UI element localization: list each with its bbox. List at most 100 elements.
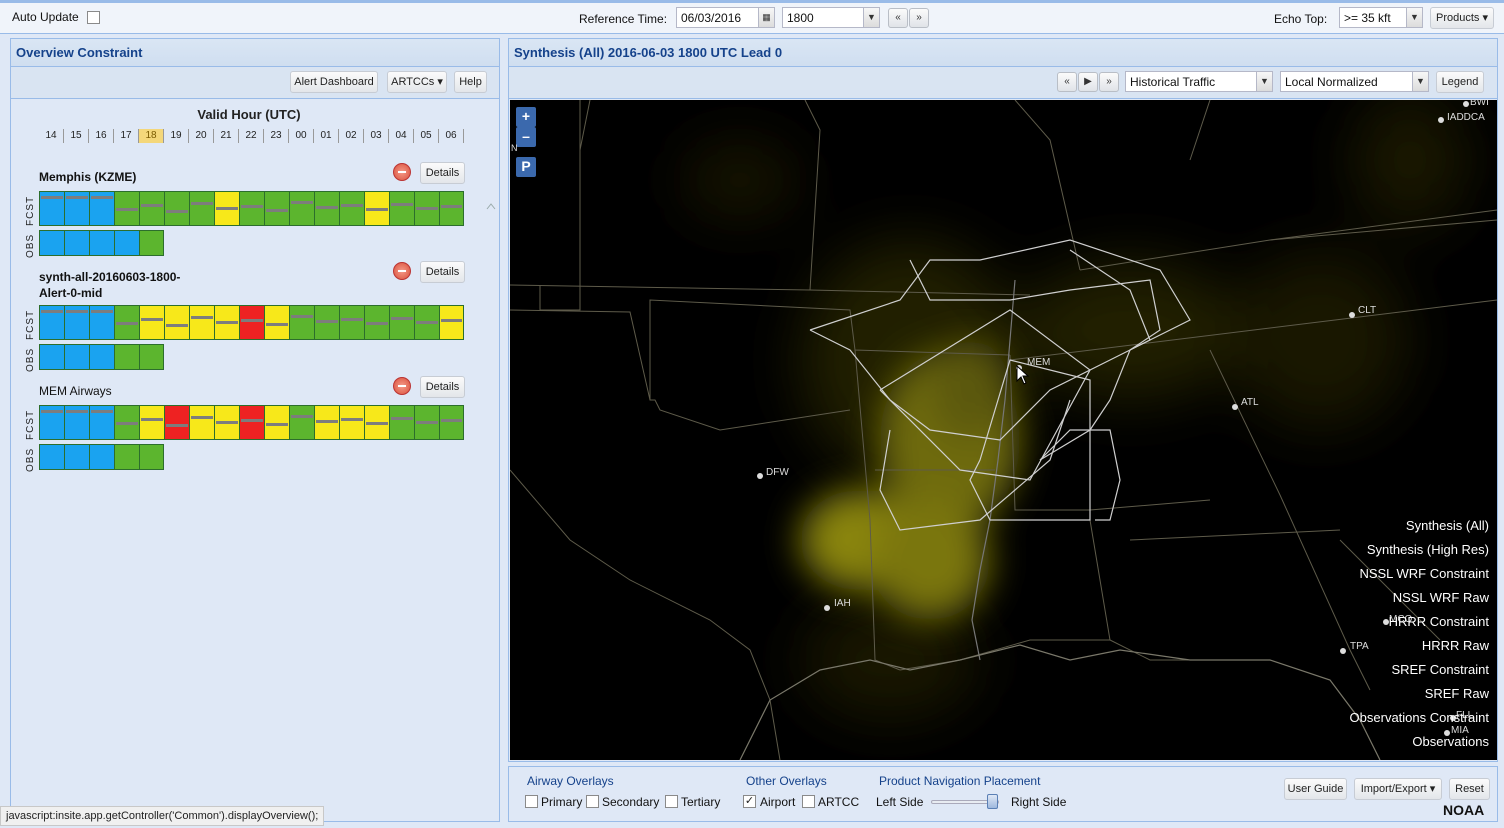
observed-cell[interactable] xyxy=(139,444,164,470)
observed-cell[interactable] xyxy=(89,344,114,370)
zoom-in-button[interactable]: + xyxy=(516,107,536,127)
zoom-out-button[interactable]: – xyxy=(516,127,536,147)
observed-cell[interactable] xyxy=(139,344,164,370)
forecast-cell[interactable] xyxy=(239,405,264,440)
forecast-cell[interactable] xyxy=(339,305,364,340)
details-button[interactable]: Details xyxy=(420,376,465,398)
hour-cell[interactable]: 06 xyxy=(439,129,464,143)
forecast-cell[interactable] xyxy=(314,305,339,340)
forecast-cell[interactable] xyxy=(389,191,414,226)
details-button[interactable]: Details xyxy=(420,261,465,283)
tertiary-checkbox[interactable] xyxy=(665,795,678,808)
forecast-cell[interactable] xyxy=(264,405,289,440)
hour-cell[interactable]: 19 xyxy=(164,129,189,143)
forecast-cell[interactable] xyxy=(139,305,164,340)
forecast-cell[interactable] xyxy=(64,405,89,440)
product-item[interactable]: Synthesis (All) xyxy=(1350,514,1489,538)
hour-cell[interactable]: 01 xyxy=(314,129,339,143)
airport-marker[interactable] xyxy=(757,473,763,479)
forecast-cell[interactable] xyxy=(164,405,189,440)
normalize-chevron-icon[interactable]: ▼ xyxy=(1412,71,1429,92)
product-item[interactable]: SREF Raw xyxy=(1350,682,1489,706)
hour-cell[interactable]: 03 xyxy=(364,129,389,143)
forecast-cell[interactable] xyxy=(439,305,464,340)
airport-marker[interactable] xyxy=(1438,117,1444,123)
forecast-cell[interactable] xyxy=(114,191,139,226)
user-guide-button[interactable]: User Guide xyxy=(1284,778,1347,800)
forecast-cell[interactable] xyxy=(139,191,164,226)
previous-time-button[interactable]: « xyxy=(888,8,908,28)
import-export-menu-button[interactable]: Import/Export ▾ xyxy=(1354,778,1442,800)
forecast-cell[interactable] xyxy=(414,405,439,440)
forecast-cell[interactable] xyxy=(289,405,314,440)
forecast-cell[interactable] xyxy=(439,191,464,226)
last-lead-button[interactable]: » xyxy=(1099,72,1119,92)
hour-cell[interactable]: 18 xyxy=(139,129,164,143)
airport-marker[interactable] xyxy=(1232,404,1238,410)
forecast-cell[interactable] xyxy=(364,305,389,340)
forecast-cell[interactable] xyxy=(114,305,139,340)
hour-cell[interactable]: 05 xyxy=(414,129,439,143)
artcc-checkbox[interactable] xyxy=(802,795,815,808)
forecast-cell[interactable] xyxy=(89,305,114,340)
help-button[interactable]: Help xyxy=(454,71,487,93)
forecast-cell[interactable] xyxy=(39,405,64,440)
product-item[interactable]: HRRR Constraint xyxy=(1350,610,1489,634)
forecast-cell[interactable] xyxy=(439,405,464,440)
legend-button[interactable]: Legend xyxy=(1436,71,1484,93)
forecast-cell[interactable] xyxy=(64,305,89,340)
placement-slider-thumb[interactable] xyxy=(987,794,998,809)
forecast-cell[interactable] xyxy=(364,191,389,226)
forecast-cell[interactable] xyxy=(114,405,139,440)
weather-map[interactable]: MEM DFW IAH ATL CLT TPA MCO FLL MIA IADD… xyxy=(510,100,1497,760)
hour-cell[interactable]: 04 xyxy=(389,129,414,143)
forecast-cell[interactable] xyxy=(214,405,239,440)
forecast-cell[interactable] xyxy=(264,305,289,340)
vertical-scrollbar[interactable] xyxy=(485,199,497,828)
products-menu-button[interactable]: Products ▾ xyxy=(1430,7,1494,29)
observed-cell[interactable] xyxy=(114,230,139,256)
product-item[interactable]: Observations xyxy=(1350,730,1489,754)
hour-cell[interactable]: 14 xyxy=(39,129,64,143)
forecast-cell[interactable] xyxy=(289,191,314,226)
airport-marker[interactable] xyxy=(1349,312,1355,318)
hour-cell[interactable]: 02 xyxy=(339,129,364,143)
next-time-button[interactable]: » xyxy=(909,8,929,28)
airport-marker[interactable] xyxy=(1463,101,1469,107)
echo-top-select[interactable]: >= 35 kft xyxy=(1339,7,1407,28)
product-item[interactable]: Synthesis (High Res) xyxy=(1350,538,1489,562)
hour-cell[interactable]: 20 xyxy=(189,129,214,143)
forecast-cell[interactable] xyxy=(339,405,364,440)
forecast-cell[interactable] xyxy=(214,305,239,340)
hour-cell[interactable]: 17 xyxy=(114,129,139,143)
forecast-cell[interactable] xyxy=(164,305,189,340)
observed-cell[interactable] xyxy=(114,344,139,370)
airport-checkbox[interactable]: ✓ xyxy=(743,795,756,808)
forecast-cell[interactable] xyxy=(189,305,214,340)
observed-cell[interactable] xyxy=(39,444,64,470)
reset-button[interactable]: Reset xyxy=(1449,778,1490,800)
hour-cell[interactable]: 23 xyxy=(264,129,289,143)
remove-group-icon[interactable] xyxy=(393,163,411,181)
hour-cell[interactable]: 15 xyxy=(64,129,89,143)
forecast-cell[interactable] xyxy=(364,405,389,440)
forecast-cell[interactable] xyxy=(64,191,89,226)
airport-marker[interactable] xyxy=(1340,648,1346,654)
forecast-cell[interactable] xyxy=(389,305,414,340)
forecast-cell[interactable] xyxy=(39,191,64,226)
auto-update-checkbox[interactable] xyxy=(87,11,100,24)
product-item[interactable]: NSSL WRF Constraint xyxy=(1350,562,1489,586)
remove-group-icon[interactable] xyxy=(393,377,411,395)
hour-cell[interactable]: 21 xyxy=(214,129,239,143)
first-lead-button[interactable]: « xyxy=(1057,72,1077,92)
forecast-cell[interactable] xyxy=(189,405,214,440)
observed-cell[interactable] xyxy=(39,230,64,256)
traffic-select[interactable]: Historical Traffic xyxy=(1125,71,1265,92)
forecast-cell[interactable] xyxy=(389,405,414,440)
secondary-checkbox[interactable] xyxy=(586,795,599,808)
p-button[interactable]: P xyxy=(516,157,536,177)
forecast-cell[interactable] xyxy=(414,305,439,340)
play-button[interactable]: ▶ xyxy=(1078,72,1098,92)
forecast-cell[interactable] xyxy=(289,305,314,340)
product-item[interactable]: HRRR Raw xyxy=(1350,634,1489,658)
